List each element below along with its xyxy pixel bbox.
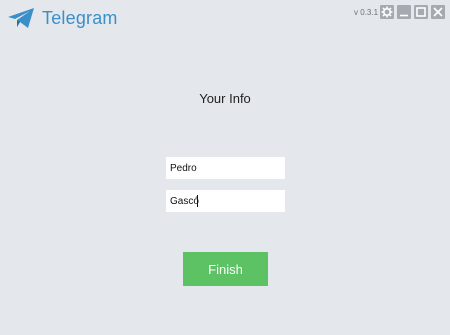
version-label: v 0.3.1: [354, 8, 379, 17]
page-title: Your Info: [199, 91, 251, 106]
minimize-icon[interactable]: [397, 5, 411, 19]
text-caret: [197, 195, 198, 207]
title-bar: Telegram v 0.3.1: [0, 0, 450, 36]
finish-button[interactable]: Finish: [183, 252, 268, 286]
last-name-field[interactable]: [166, 190, 285, 212]
telegram-logo-icon: [7, 7, 35, 29]
first-name-field[interactable]: [166, 157, 285, 179]
maximize-icon[interactable]: [414, 5, 428, 19]
app-title: Telegram: [42, 8, 118, 28]
settings-icon[interactable]: [380, 5, 394, 19]
close-icon[interactable]: [431, 5, 445, 19]
app-window: Telegram v 0.3.1 Your Info Pedro Gascó F…: [0, 0, 450, 335]
